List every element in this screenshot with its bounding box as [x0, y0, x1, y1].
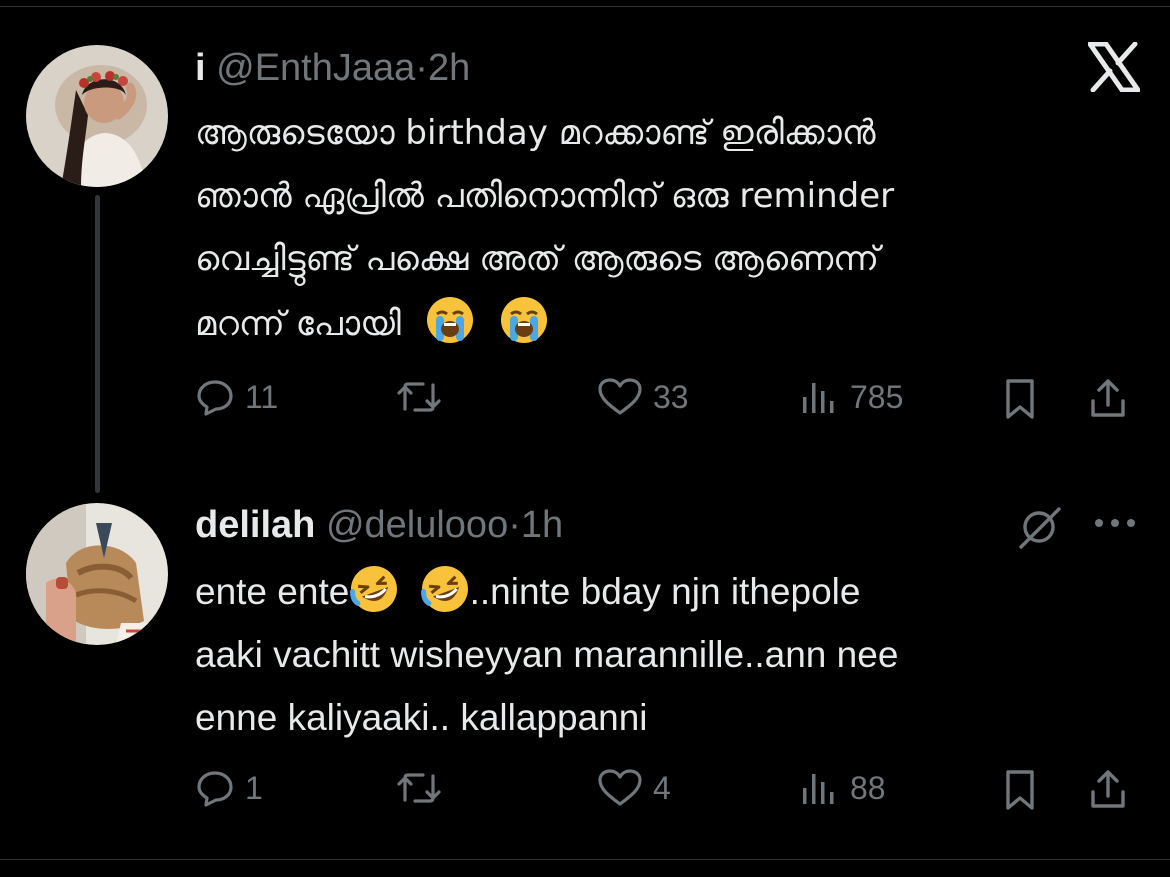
rolling-on-floor-laughing-icon: [350, 566, 398, 612]
separator-dot: ·: [508, 504, 521, 546]
views-bar-icon: [803, 774, 834, 804]
text-line: enne kaliyaaki.. kallappanni: [195, 697, 648, 738]
heart-icon: [598, 769, 642, 806]
repost-icon: [397, 382, 441, 412]
more-dots-icon[interactable]: [1092, 515, 1138, 531]
loudly-crying-face-icon: [427, 297, 474, 343]
tweet-text: ആരുടെയോ birthday മറക്കാണ്ട് ഇരിക്കാൻ ഞാൻ…: [195, 102, 1115, 356]
tweet-actions: 11 33 785: [195, 377, 1140, 427]
like-count: 33: [653, 378, 689, 415]
share-button[interactable]: [1088, 377, 1128, 421]
like-button[interactable]: 4: [597, 768, 671, 808]
bottom-divider: [0, 859, 1170, 860]
heart-icon: [598, 378, 642, 415]
x-logo-icon[interactable]: [1088, 42, 1140, 92]
share-button[interactable]: [1088, 768, 1128, 812]
tweet-header: i @EnthJaaa·2h: [195, 46, 470, 90]
repost-icon: [397, 773, 441, 803]
timestamp[interactable]: 2h: [428, 47, 470, 89]
tweet-text: ente ente ..ninte bday njn ithepole aaki…: [195, 560, 1115, 749]
share-icon: [1091, 770, 1125, 808]
repost-button[interactable]: [395, 768, 443, 808]
text-line: ഞാൻ ഏപ്രിൽ പതിനൊന്നിന് ഒരു reminder: [195, 176, 895, 216]
rolling-on-floor-laughing-icon: [420, 566, 468, 612]
text-segment: ente ente: [195, 571, 350, 612]
views-bar-icon: [803, 383, 834, 413]
share-icon: [1091, 379, 1125, 417]
views-button[interactable]: 785: [800, 377, 903, 417]
tweet-header: delilah @delulooo·1h: [195, 503, 563, 547]
handle[interactable]: @EnthJaaa: [216, 47, 415, 89]
repost-button[interactable]: [395, 377, 443, 417]
bookmark-icon: [1006, 379, 1034, 419]
text-line: aaki vachitt wisheyyan marannille..ann n…: [195, 634, 899, 675]
like-button[interactable]: 33: [597, 377, 689, 417]
loudly-crying-face-icon: [501, 297, 548, 343]
avatar[interactable]: [26, 45, 168, 187]
views-button[interactable]: 88: [800, 768, 886, 808]
display-name[interactable]: i: [195, 47, 206, 89]
reply-bubble-icon: [197, 380, 233, 416]
reply-button[interactable]: 1: [195, 768, 263, 808]
reply-count: 1: [245, 769, 263, 806]
reply-button[interactable]: 11: [195, 377, 278, 417]
text-line: ആരുടെയോ birthday മറക്കാണ്ട് ഇരിക്കാൻ: [195, 113, 876, 153]
top-divider: [0, 0, 1170, 7]
bookmark-icon: [1006, 770, 1034, 810]
timestamp[interactable]: 1h: [521, 504, 563, 546]
like-count: 4: [653, 769, 671, 806]
reply-bubble-icon: [197, 771, 233, 807]
text-line: മറന്ന് പോയി: [195, 304, 401, 344]
thread-connector: [95, 195, 100, 493]
avatar[interactable]: [26, 503, 168, 645]
text-line: വെച്ചിട്ടുണ്ട് പക്ഷെ അത് ആരുടെ ആണെന്ന്: [195, 239, 880, 279]
handle[interactable]: @delulooo: [326, 504, 508, 546]
bookmark-button[interactable]: [1000, 377, 1040, 421]
reply-count: 11: [245, 378, 279, 415]
view-count: 88: [850, 769, 886, 806]
view-count: 785: [850, 378, 904, 415]
display-name[interactable]: delilah: [195, 504, 315, 546]
bookmark-button[interactable]: [1000, 768, 1040, 812]
grok-slash-icon[interactable]: [1015, 503, 1063, 551]
text-segment: ..ninte bday njn ithepole: [469, 571, 861, 612]
tweet-actions: 1 4 88: [195, 768, 1140, 818]
separator-dot: ·: [415, 47, 428, 89]
